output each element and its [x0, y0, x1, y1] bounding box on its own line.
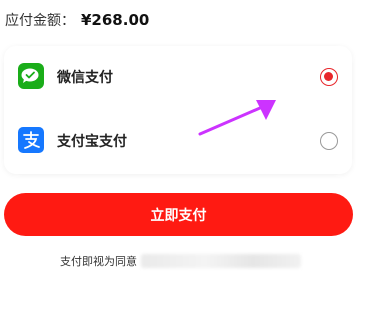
payment-option-wechat[interactable]: 微信支付	[4, 46, 352, 110]
alipay-icon	[18, 127, 44, 153]
wechat-icon	[18, 63, 44, 89]
agreement-link-blurred[interactable]	[141, 254, 301, 268]
pay-now-button[interactable]: 立即支付	[4, 193, 353, 236]
agreement-text: 支付即视为同意	[60, 255, 137, 268]
payment-option-alipay[interactable]: 支付宝支付	[4, 110, 352, 174]
radio-unselected[interactable]	[320, 132, 338, 150]
amount-label: 应付金额：	[5, 13, 75, 29]
payment-option-label: 支付宝支付	[57, 134, 127, 150]
agreement-row: 支付即视为同意	[60, 253, 301, 269]
annotation-arrow-icon	[198, 100, 276, 136]
payment-page: 应付金额： ¥268.00 微信支付 支付宝支付 立即支付 支付即视为同意	[0, 0, 367, 327]
amount-row: 应付金额： ¥268.00	[5, 10, 149, 30]
payment-methods-card: 微信支付 支付宝支付	[4, 46, 352, 174]
radio-selected[interactable]	[320, 68, 338, 86]
amount-value: ¥268.00	[81, 11, 150, 29]
payment-option-label: 微信支付	[57, 70, 113, 86]
